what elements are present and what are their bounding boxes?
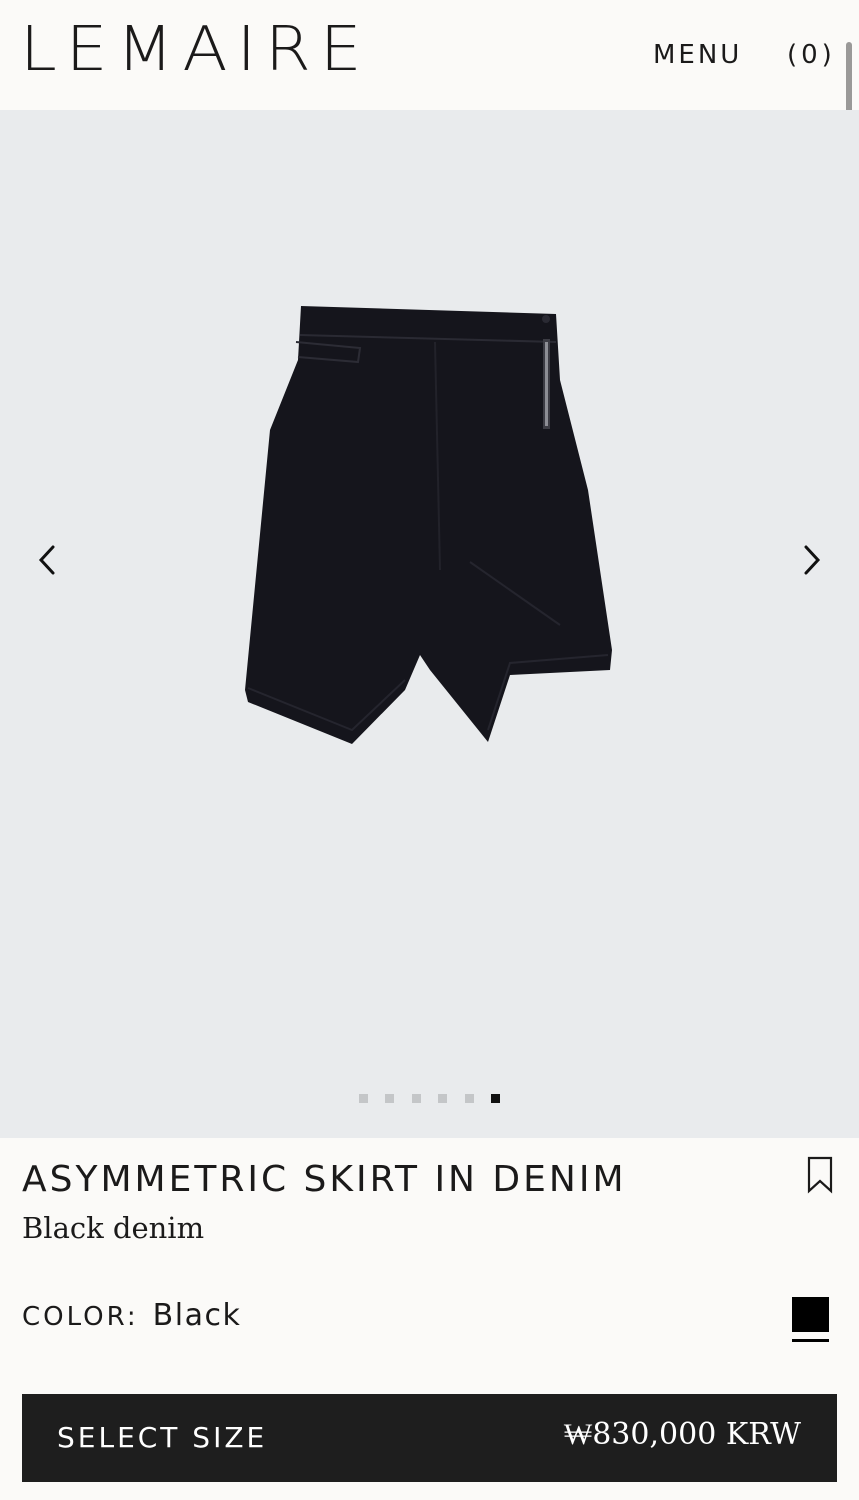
chevron-left-icon (38, 545, 55, 575)
next-image-button[interactable] (793, 542, 829, 578)
waist-button (542, 315, 550, 323)
gallery-dot[interactable] (359, 1094, 368, 1103)
brand-logo[interactable]: LEMAIRE (20, 14, 371, 85)
swatch-selected-indicator (792, 1339, 829, 1342)
cart-button[interactable]: (0) (787, 40, 836, 70)
select-size-button[interactable]: SELECT SIZE ₩830,000 KRW (22, 1394, 837, 1482)
gallery-dot[interactable] (464, 1094, 474, 1103)
gallery-dot[interactable] (491, 1094, 500, 1103)
product-title: ASYMMETRIC SKIRT IN DENIM (22, 1159, 627, 1200)
product-material: Black denim (22, 1211, 205, 1245)
color-value: Black (152, 1298, 242, 1333)
chevron-right-icon (804, 545, 821, 575)
color-selector: COLOR: Black (22, 1296, 241, 1336)
previous-image-button[interactable] (30, 542, 66, 578)
select-size-label: SELECT SIZE (57, 1421, 268, 1454)
gallery-pagination (0, 1094, 859, 1104)
menu-button[interactable]: MENU (653, 40, 742, 70)
product-gallery[interactable] (0, 110, 859, 1138)
gallery-dot[interactable] (411, 1094, 421, 1103)
bookmark-icon (807, 1156, 833, 1194)
color-swatch-black[interactable] (792, 1297, 829, 1332)
gallery-dot[interactable] (438, 1094, 448, 1103)
gallery-dot[interactable] (385, 1094, 395, 1103)
product-image (245, 306, 612, 744)
wishlist-button[interactable] (806, 1156, 834, 1194)
color-label: COLOR: (22, 1302, 139, 1332)
skirt-shape (245, 306, 612, 744)
product-price: ₩830,000 KRW (563, 1417, 801, 1452)
site-header: LEMAIRE MENU (0) (0, 0, 859, 110)
